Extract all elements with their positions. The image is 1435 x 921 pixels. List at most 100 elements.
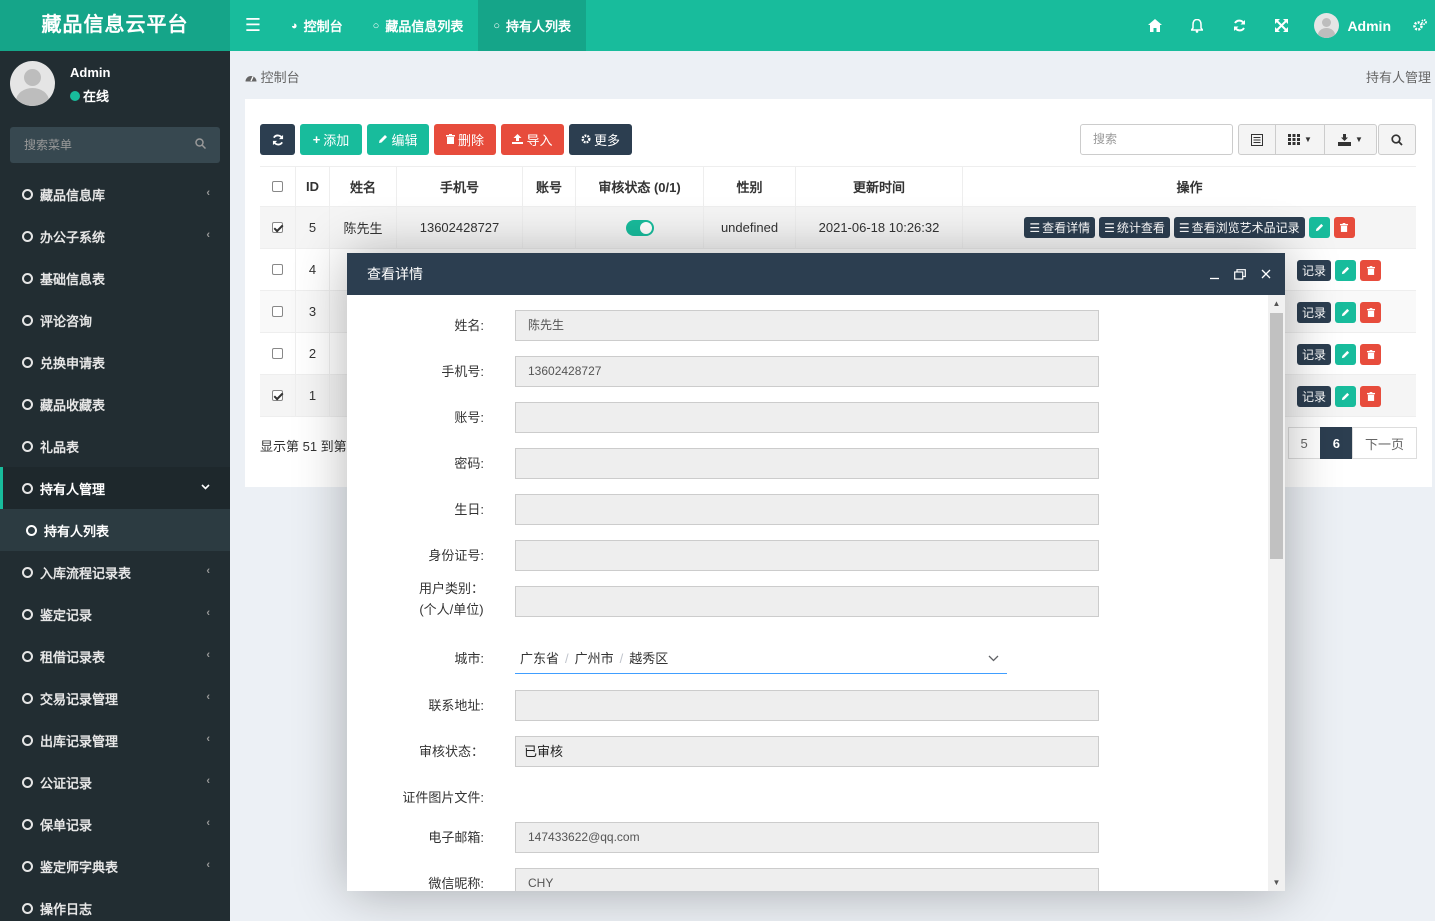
view-browse-records-button[interactable]: ☰ 查看浏览艺术品记录 <box>1173 217 1305 238</box>
review-status-field[interactable]: 已审核 <box>515 736 1099 767</box>
sidebar-item-appraisal[interactable]: 鉴定记录 ‹ <box>0 593 230 635</box>
sidebar-item-basic-info[interactable]: 基础信息表 <box>0 257 230 299</box>
page-button-active[interactable]: 6 <box>1319 427 1353 459</box>
menu-search-input[interactable]: 搜索菜单 <box>10 127 220 163</box>
sidebar-item-comments[interactable]: 评论咨询 <box>0 299 230 341</box>
maximize-icon[interactable] <box>1233 267 1247 281</box>
col-phone[interactable]: 手机号 <box>397 167 523 206</box>
sidebar-item-appraiser-dict[interactable]: 鉴定师字典表 ‹ <box>0 845 230 887</box>
user-type-field[interactable] <box>515 586 1099 617</box>
minimize-icon[interactable] <box>1207 267 1221 281</box>
user-menu[interactable]: Admin <box>1302 0 1405 51</box>
close-icon[interactable] <box>1259 267 1273 281</box>
scroll-thumb[interactable] <box>1270 313 1283 559</box>
row-edit-button[interactable] <box>1335 302 1357 323</box>
col-gender[interactable]: 性别 <box>704 167 796 206</box>
refresh-icon[interactable] <box>1218 0 1260 51</box>
sidebar-item-holder-list[interactable]: 持有人列表 <box>0 509 230 551</box>
tab-dashboard[interactable]: ◕ 控制台 <box>276 0 358 51</box>
tab-collection-list[interactable]: ○ 藏品信息列表 <box>358 0 479 51</box>
more-button[interactable]: 更多 <box>569 124 632 155</box>
select-all-checkbox[interactable] <box>272 181 283 192</box>
row-edit-button[interactable] <box>1335 386 1357 407</box>
row-edit-button[interactable] <box>1308 217 1330 238</box>
breadcrumb-home[interactable]: 控制台 <box>261 70 300 85</box>
sidebar-item-exchange[interactable]: 兑换申请表 <box>0 341 230 383</box>
address-field[interactable] <box>515 690 1099 721</box>
modal-header[interactable]: 查看详情 <box>347 253 1285 295</box>
fullscreen-icon[interactable] <box>1260 0 1302 51</box>
refresh-button[interactable] <box>260 124 295 155</box>
export-button[interactable]: ▼ <box>1324 124 1377 155</box>
sidebar-item-trade[interactable]: 交易记录管理 ‹ <box>0 677 230 719</box>
view-browse-records-button[interactable]: 记录 <box>1297 386 1332 407</box>
sidebar-item-inbound[interactable]: 入库流程记录表 ‹ <box>0 551 230 593</box>
wechat-nickname-field[interactable]: CHY <box>515 868 1099 891</box>
select-all-cell[interactable] <box>260 167 296 206</box>
review-toggle[interactable] <box>625 219 654 236</box>
search-button[interactable] <box>1378 124 1416 155</box>
password-field[interactable] <box>515 448 1099 479</box>
scroll-down-icon[interactable]: ▼ <box>1268 874 1285 891</box>
row-delete-button[interactable] <box>1360 302 1382 323</box>
import-button[interactable]: 导入 <box>501 124 564 155</box>
search-icon[interactable] <box>195 127 207 163</box>
edit-button[interactable]: 编辑 <box>367 124 429 155</box>
row-delete-button[interactable] <box>1360 386 1382 407</box>
birthday-field[interactable] <box>515 494 1099 525</box>
sidebar-item-holder-management[interactable]: 持有人管理 <box>0 467 230 509</box>
row-checkbox[interactable] <box>272 348 283 359</box>
sidebar-item-operation-log[interactable]: 操作日志 <box>0 887 230 921</box>
col-account[interactable]: 账号 <box>523 167 576 206</box>
page-button[interactable]: 5 <box>1287 427 1321 459</box>
col-id[interactable]: ID <box>296 167 330 206</box>
row-delete-button[interactable] <box>1333 217 1355 238</box>
sidebar-item-gifts[interactable]: 礼品表 <box>0 425 230 467</box>
bell-icon[interactable] <box>1176 0 1218 51</box>
row-checkbox[interactable] <box>272 390 283 401</box>
name-field[interactable]: 陈先生 <box>515 310 1099 341</box>
view-browse-records-button[interactable]: 记录 <box>1297 344 1332 365</box>
sidebar-item-favorites[interactable]: 藏品收藏表 <box>0 383 230 425</box>
app-logo[interactable]: 藏品信息云平台 <box>0 0 230 51</box>
columns-button[interactable]: ▼ <box>1275 124 1325 155</box>
sidebar-toggle-icon[interactable]: ☰ <box>230 0 276 51</box>
account-field[interactable] <box>515 402 1099 433</box>
col-updated[interactable]: 更新时间 <box>796 167 963 206</box>
table-row[interactable]: 5 陈先生 13602428727 undefined 2021-06-18 1… <box>260 207 1416 249</box>
delete-button[interactable]: 删除 <box>434 124 496 155</box>
row-edit-button[interactable] <box>1335 260 1357 281</box>
view-detail-button[interactable]: ☰ 查看详情 <box>1024 217 1096 238</box>
modal-scrollbar[interactable]: ▲ ▼ <box>1268 295 1285 891</box>
next-page-button[interactable]: 下一页 <box>1351 427 1417 459</box>
sidebar-item-collection-library[interactable]: 藏品信息库 ‹ <box>0 173 230 215</box>
stats-view-button[interactable]: ☰ 统计查看 <box>1099 217 1170 238</box>
col-review-status[interactable]: 审核状态 (0/1) <box>576 167 704 206</box>
sidebar-item-outbound[interactable]: 出库记录管理 ‹ <box>0 719 230 761</box>
sidebar-item-insurance[interactable]: 保单记录 ‹ <box>0 803 230 845</box>
row-edit-button[interactable] <box>1335 344 1357 365</box>
col-name[interactable]: 姓名 <box>330 167 397 206</box>
tab-holder-list[interactable]: ○ 持有人列表 <box>478 0 587 51</box>
row-delete-button[interactable] <box>1360 344 1382 365</box>
phone-field[interactable]: 13602428727 <box>515 356 1099 387</box>
view-browse-records-button[interactable]: 记录 <box>1297 260 1332 281</box>
row-checkbox[interactable] <box>272 306 283 317</box>
email-field[interactable]: 147433622@qq.com <box>515 822 1099 853</box>
row-delete-button[interactable] <box>1360 260 1382 281</box>
row-checkbox[interactable] <box>272 222 283 233</box>
row-checkbox[interactable] <box>272 264 283 275</box>
home-icon[interactable] <box>1134 0 1176 51</box>
id-number-field[interactable] <box>515 540 1099 571</box>
sidebar-item-lease[interactable]: 租借记录表 ‹ <box>0 635 230 677</box>
scroll-up-icon[interactable]: ▲ <box>1268 295 1285 312</box>
sidebar-item-office[interactable]: 办公子系统 ‹ <box>0 215 230 257</box>
city-cascader[interactable]: 广东省 / 广州市 / 越秀区 <box>515 643 1007 674</box>
table-search-input[interactable]: 搜索 <box>1080 124 1233 155</box>
sidebar-item-notary[interactable]: 公证记录 ‹ <box>0 761 230 803</box>
gears-icon[interactable] <box>1405 0 1435 51</box>
add-button[interactable]: + 添加 <box>300 124 362 155</box>
toggle-view-button[interactable] <box>1238 124 1276 155</box>
breadcrumb[interactable]: 控制台 <box>245 67 300 86</box>
view-browse-records-button[interactable]: 记录 <box>1297 302 1332 323</box>
